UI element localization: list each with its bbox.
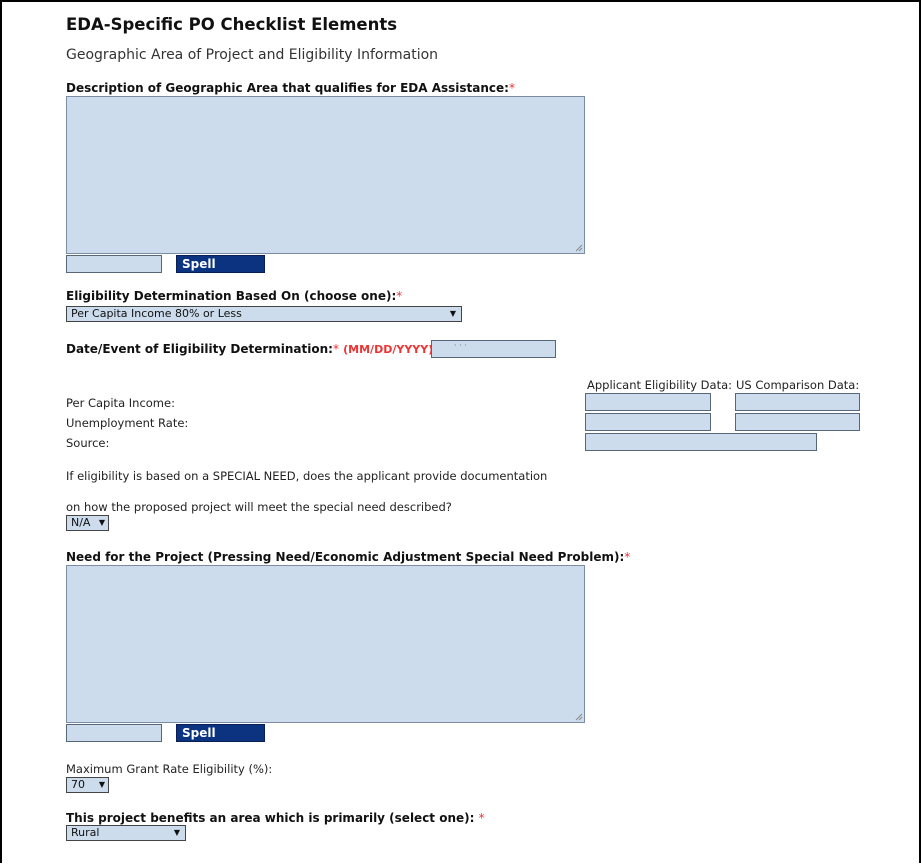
required-marker: * xyxy=(396,289,403,303)
need-spell-check-button[interactable]: Spell Check xyxy=(176,724,265,755)
resize-grip-icon[interactable] xyxy=(575,713,583,721)
grant-rate-label: Maximum Grant Rate Eligibility (%): xyxy=(66,762,273,776)
special-need-question-line1: If eligibility is based on a SPECIAL NEE… xyxy=(66,469,548,483)
date-event-label-text: Date/Event of Eligibility Determination: xyxy=(66,342,333,356)
area-type-select[interactable]: Rural ▼ xyxy=(66,825,186,841)
per-capita-income-label: Per Capita Income: xyxy=(66,396,175,410)
eligibility-select[interactable]: Per Capita Income 80% or Less ▼ xyxy=(66,306,462,322)
geo-area-spell-check-button[interactable]: Spell Check xyxy=(176,255,265,286)
eligibility-selected-value: Per Capita Income 80% or Less xyxy=(71,307,242,320)
grant-rate-selected-value: 70 xyxy=(71,778,85,791)
grant-rate-select[interactable]: 70 ▼ xyxy=(66,777,109,793)
area-type-label-text: This project benefits an area which is p… xyxy=(66,811,475,825)
us-unemployment-input[interactable] xyxy=(735,413,860,431)
applicant-data-header: Applicant Eligibility Data: xyxy=(587,378,733,392)
area-type-selected-value: Rural xyxy=(71,826,100,839)
need-textarea[interactable] xyxy=(66,565,585,723)
eligibility-label-text: Eligibility Determination Based On (choo… xyxy=(66,289,397,303)
us-income-input[interactable] xyxy=(735,393,860,411)
dropdown-arrow-icon: ▼ xyxy=(98,518,105,527)
applicant-income-input[interactable] xyxy=(585,393,711,411)
page-title: EDA-Specific PO Checklist Elements xyxy=(66,15,398,34)
date-event-value: · · · xyxy=(454,341,467,350)
required-marker: * xyxy=(508,81,515,95)
required-marker: * xyxy=(478,811,485,825)
date-event-label: Date/Event of Eligibility Determination:… xyxy=(66,342,433,356)
us-data-header: US Comparison Data: xyxy=(736,378,860,392)
date-event-input[interactable]: · · · xyxy=(431,340,556,358)
need-label-text: Need for the Project (Pressing Need/Econ… xyxy=(66,550,625,564)
date-format-hint: (MM/DD/YYYY) xyxy=(343,343,434,356)
dropdown-arrow-icon: ▼ xyxy=(98,780,105,789)
resize-grip-icon[interactable] xyxy=(575,244,583,252)
geo-area-label-text: Description of Geographic Area that qual… xyxy=(66,81,509,95)
eligibility-label: Eligibility Determination Based On (choo… xyxy=(66,289,402,303)
applicant-unemployment-input[interactable] xyxy=(585,413,711,431)
area-type-label: This project benefits an area which is p… xyxy=(66,811,485,825)
dropdown-arrow-icon: ▼ xyxy=(173,828,180,837)
unemployment-rate-label: Unemployment Rate: xyxy=(66,416,189,430)
need-label: Need for the Project (Pressing Need/Econ… xyxy=(66,550,630,564)
required-marker: * xyxy=(624,550,631,564)
geo-area-spell-field[interactable] xyxy=(66,255,162,273)
need-spell-field[interactable] xyxy=(66,724,162,742)
geo-area-label: Description of Geographic Area that qual… xyxy=(66,81,515,95)
special-need-question-line2: on how the proposed project will meet th… xyxy=(66,500,452,514)
source-input[interactable] xyxy=(585,433,817,451)
source-label: Source: xyxy=(66,436,110,450)
special-need-selected-value: N/A xyxy=(71,516,91,529)
dropdown-arrow-icon: ▼ xyxy=(449,309,456,318)
required-marker: * xyxy=(332,342,339,356)
geo-area-textarea[interactable] xyxy=(66,96,585,254)
special-need-select[interactable]: N/A ▼ xyxy=(66,515,109,531)
section-title: Geographic Area of Project and Eligibili… xyxy=(66,47,439,63)
